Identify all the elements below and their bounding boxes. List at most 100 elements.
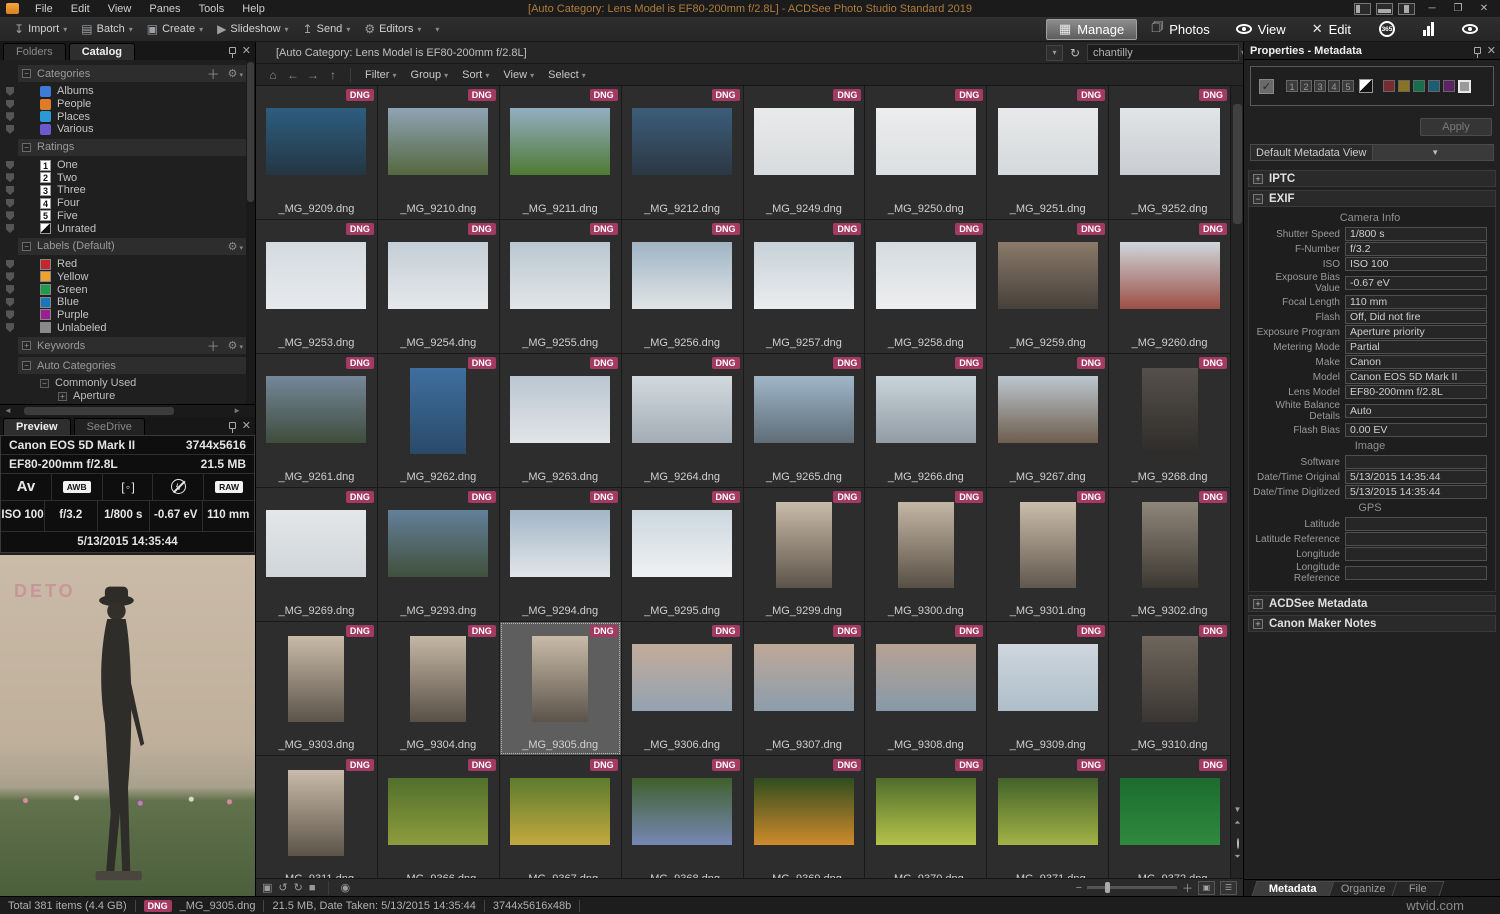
- thumbnail-cell[interactable]: DNG _MG_9260.dng: [1109, 220, 1230, 353]
- thumbnail-cell[interactable]: DNG _MG_9210.dng: [378, 86, 499, 219]
- thumbnail-cell[interactable]: DNG _MG_9372.dng: [1109, 756, 1230, 878]
- thumbnail-cell[interactable]: DNG _MG_9300.dng: [865, 488, 986, 621]
- section-header-autocat[interactable]: − Auto Categories: [18, 357, 247, 374]
- collapse-icon[interactable]: −: [22, 69, 31, 78]
- thumbnail-cell[interactable]: DNG _MG_9367.dng: [500, 756, 621, 878]
- scroll-down-icon[interactable]: ▼: [1231, 805, 1244, 814]
- thumbnail-cell[interactable]: DNG _MG_9211.dng: [500, 86, 621, 219]
- section-header-keywords[interactable]: + Keywords ＋ ⚙: [18, 337, 247, 354]
- rotate-left-icon[interactable]: ↺: [278, 881, 287, 894]
- close-icon[interactable]: ✕: [242, 44, 251, 57]
- thumbnail-cell[interactable]: DNG _MG_9262.dng: [378, 354, 499, 487]
- iptc-section-header[interactable]: +IPTC: [1248, 170, 1496, 187]
- layout-left-pane-button[interactable]: [1354, 3, 1371, 15]
- mode-edit[interactable]: ✕Edit: [1300, 19, 1363, 40]
- tab-organize[interactable]: Organize: [1323, 881, 1403, 896]
- restore-button[interactable]: ❐: [1446, 2, 1470, 15]
- category-item[interactable]: Various: [0, 123, 255, 136]
- rating-item[interactable]: Unrated: [0, 222, 255, 235]
- close-button[interactable]: ✕: [1472, 2, 1496, 15]
- menu-panes[interactable]: Panes: [141, 2, 188, 16]
- collapse-icon[interactable]: −: [40, 379, 49, 388]
- thumbnail-cell[interactable]: DNG _MG_9258.dng: [865, 220, 986, 353]
- thumbnail-size-slider[interactable]: [1087, 886, 1177, 889]
- label-item[interactable]: Unlabeled: [0, 321, 255, 334]
- gear-icon[interactable]: ⚙: [228, 240, 243, 253]
- exif-field-value[interactable]: ISO 100: [1345, 257, 1487, 271]
- rotate-right-icon[interactable]: ↻: [294, 881, 303, 894]
- import-button[interactable]: ↧ Import▾: [8, 20, 73, 38]
- exif-section-header[interactable]: −EXIF: [1248, 190, 1496, 207]
- exif-field-value[interactable]: 0.00 EV: [1345, 423, 1487, 437]
- thumbnail-cell[interactable]: DNG _MG_9259.dng: [987, 220, 1108, 353]
- send-button[interactable]: ↥ Send▾: [297, 20, 357, 38]
- rating-1-button[interactable]: 1: [1286, 80, 1298, 92]
- breadcrumb-dropdown-button[interactable]: ▾: [1046, 45, 1063, 61]
- thumbnail-cell[interactable]: DNG _MG_9212.dng: [622, 86, 743, 219]
- thumbnail-cell[interactable]: DNG _MG_9306.dng: [622, 622, 743, 755]
- label-item[interactable]: Red: [0, 258, 255, 271]
- unrated-icon[interactable]: [1359, 79, 1373, 93]
- scroll-right-icon[interactable]: ►: [233, 406, 241, 415]
- gear-icon[interactable]: ⚙: [228, 67, 243, 80]
- batch-button[interactable]: ▤ Batch▾: [75, 20, 139, 38]
- thumbnail-cell[interactable]: DNG _MG_9254.dng: [378, 220, 499, 353]
- acdsee-365-button[interactable]: 365: [1367, 19, 1407, 40]
- color-label-button[interactable]: [1413, 80, 1425, 92]
- tree-node-commonly-used[interactable]: −Commonly Used: [0, 377, 255, 390]
- thumbnail-cell[interactable]: DNG _MG_9255.dng: [500, 220, 621, 353]
- thumbnail-cell[interactable]: DNG _MG_9308.dng: [865, 622, 986, 755]
- color-label-button[interactable]: [1383, 80, 1395, 92]
- thumbnail-cell[interactable]: DNG _MG_9293.dng: [378, 488, 499, 621]
- color-label-button[interactable]: [1443, 80, 1455, 92]
- layout-center-pane-button[interactable]: [1398, 3, 1415, 15]
- thumbnail-cell[interactable]: DNG _MG_9295.dng: [622, 488, 743, 621]
- exif-field-value[interactable]: Aperture priority: [1345, 325, 1487, 339]
- label-item[interactable]: Yellow: [0, 271, 255, 284]
- exif-field-value[interactable]: EF80-200mm f/2.8L: [1345, 385, 1487, 399]
- menu-select[interactable]: Select ▾: [542, 67, 592, 83]
- scroll-left-icon[interactable]: ◄: [4, 406, 12, 415]
- label-item[interactable]: Purple: [0, 309, 255, 322]
- thumbnail-cell[interactable]: DNG _MG_9370.dng: [865, 756, 986, 878]
- catalog-vertical-scrollbar[interactable]: [246, 60, 255, 404]
- exif-field-value[interactable]: Auto: [1345, 404, 1487, 418]
- export-icon[interactable]: ▣: [262, 881, 272, 894]
- photos-sync-button[interactable]: [1450, 19, 1490, 40]
- exif-field-value[interactable]: [1345, 455, 1487, 469]
- rating-item[interactable]: 3 Three: [0, 184, 255, 197]
- thumbnail-cell-selected[interactable]: DNG _MG_9305.dng: [500, 622, 621, 755]
- category-item[interactable]: People: [0, 98, 255, 111]
- thumbnail-cell[interactable]: DNG _MG_9368.dng: [622, 756, 743, 878]
- close-icon[interactable]: ✕: [242, 419, 251, 432]
- tab-seedrive[interactable]: SeeDrive: [74, 418, 145, 435]
- mode-photos[interactable]: 🗇Photos: [1139, 19, 1222, 40]
- category-item[interactable]: Places: [0, 110, 255, 123]
- play-slideshow-icon[interactable]: ◉: [341, 881, 351, 894]
- color-label-button[interactable]: [1398, 80, 1410, 92]
- thumbnail-cell[interactable]: DNG _MG_9304.dng: [378, 622, 499, 755]
- color-label-button[interactable]: [1428, 80, 1440, 92]
- rating-2-button[interactable]: 2: [1300, 80, 1312, 92]
- exif-field-value[interactable]: 5/13/2015 14:35:44: [1345, 485, 1487, 499]
- menu-tools[interactable]: Tools: [191, 2, 233, 16]
- dashboard-button[interactable]: [1411, 19, 1446, 40]
- menu-file[interactable]: File: [27, 2, 61, 16]
- pin-icon[interactable]: [1474, 47, 1481, 54]
- thumbnail-cell[interactable]: DNG _MG_9263.dng: [500, 354, 621, 487]
- zoom-in-icon[interactable]: ＋: [1182, 880, 1193, 896]
- thumbnail-cell[interactable]: DNG _MG_9309.dng: [987, 622, 1108, 755]
- menu-view[interactable]: View: [100, 2, 140, 16]
- thumbnail-cell[interactable]: DNG _MG_9307.dng: [744, 622, 865, 755]
- exif-field-value[interactable]: 5/13/2015 14:35:44: [1345, 470, 1487, 484]
- tab-metadata[interactable]: Metadata: [1252, 881, 1335, 896]
- thumbnail-cell[interactable]: DNG _MG_9366.dng: [378, 756, 499, 878]
- thumbnail-cell[interactable]: DNG _MG_9294.dng: [500, 488, 621, 621]
- thumbnail-cell[interactable]: DNG _MG_9301.dng: [987, 488, 1108, 621]
- rating-item[interactable]: 4 Four: [0, 197, 255, 210]
- layout-bottom-pane-button[interactable]: [1376, 3, 1393, 15]
- rating-5-button[interactable]: 5: [1342, 80, 1354, 92]
- mode-view[interactable]: View: [1224, 19, 1298, 40]
- add-icon[interactable]: ＋: [207, 64, 220, 83]
- exif-field-value[interactable]: f/3.2: [1345, 242, 1487, 256]
